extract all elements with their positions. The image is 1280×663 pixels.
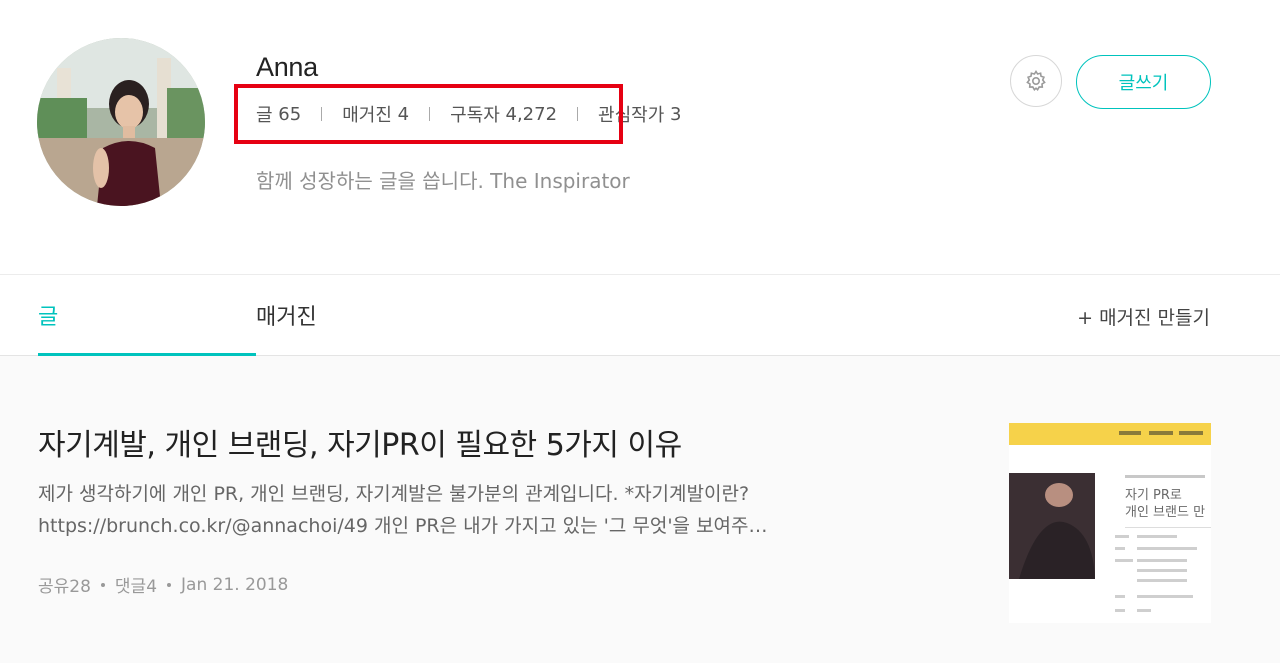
tab-posts[interactable]: 글 (38, 299, 58, 331)
tab-bar: 글 매거진 + 매거진 만들기 (0, 274, 1280, 356)
profile-header: Anna 글 65 매거진 4 구독자 4,272 관심작가 3 함께 성장하는… (0, 0, 1280, 274)
tab-magazines[interactable]: 매거진 (256, 299, 317, 331)
avatar[interactable] (37, 38, 205, 206)
stat-magazines[interactable]: 매거진 4 (342, 101, 409, 127)
thumbnail-title-line2: 개인 브랜드 만 (1125, 505, 1205, 520)
stat-subscribers-label: 구독자 (450, 105, 500, 126)
meta-dot (100, 582, 105, 587)
stat-magazines-label: 매거진 (342, 105, 392, 126)
article-list: 자기계발, 개인 브랜딩, 자기PR이 필요한 5가지 이유 제가 생각하기에 … (0, 356, 1280, 663)
meta-dot (167, 582, 172, 587)
thumbnail-image: 자기 PR로 개인 브랜드 만 (1009, 423, 1211, 623)
stat-magazines-count: 4 (397, 103, 410, 125)
article-title[interactable]: 자기계발, 개인 브랜딩, 자기PR이 필요한 5가지 이유 (38, 420, 682, 464)
thumbnail-title-line1: 자기 PR로 (1125, 488, 1182, 503)
article-thumbnail[interactable]: 자기 PR로 개인 브랜드 만 (1009, 423, 1211, 623)
article-meta: 공유28 댓글4 Jan 21. 2018 (38, 572, 289, 598)
share-count: 공유28 (38, 577, 91, 597)
author-name: Anna (256, 52, 318, 82)
stat-following-label: 관심작가 (598, 105, 665, 126)
stat-subscribers[interactable]: 구독자 4,272 (450, 101, 557, 127)
comment-count: 댓글4 (114, 577, 158, 597)
stat-posts[interactable]: 글 65 (256, 101, 301, 127)
article-date: Jan 21. 2018 (181, 574, 289, 595)
stat-following-count: 3 (670, 103, 682, 125)
stat-divider (321, 107, 323, 121)
gear-icon (1026, 70, 1046, 91)
article-excerpt[interactable]: 제가 생각하기에 개인 PR, 개인 브랜딩, 자기계발은 불가분의 관계입니다… (38, 478, 938, 542)
make-magazine-link[interactable]: + 매거진 만들기 (1077, 303, 1210, 330)
stat-posts-label: 글 (256, 105, 273, 126)
stat-divider (577, 107, 579, 121)
avatar-photo (37, 38, 205, 206)
stat-divider (429, 107, 431, 121)
settings-button[interactable] (1010, 55, 1062, 107)
stat-posts-count: 65 (278, 103, 302, 125)
write-button[interactable]: 글쓰기 (1076, 55, 1211, 109)
profile-stats: 글 65 매거진 4 구독자 4,272 관심작가 3 (256, 101, 681, 127)
stat-subscribers-count: 4,272 (505, 103, 558, 125)
stat-following[interactable]: 관심작가 3 (598, 101, 681, 127)
author-bio: 함께 성장하는 글을 씁니다. The Inspirator (256, 169, 630, 193)
